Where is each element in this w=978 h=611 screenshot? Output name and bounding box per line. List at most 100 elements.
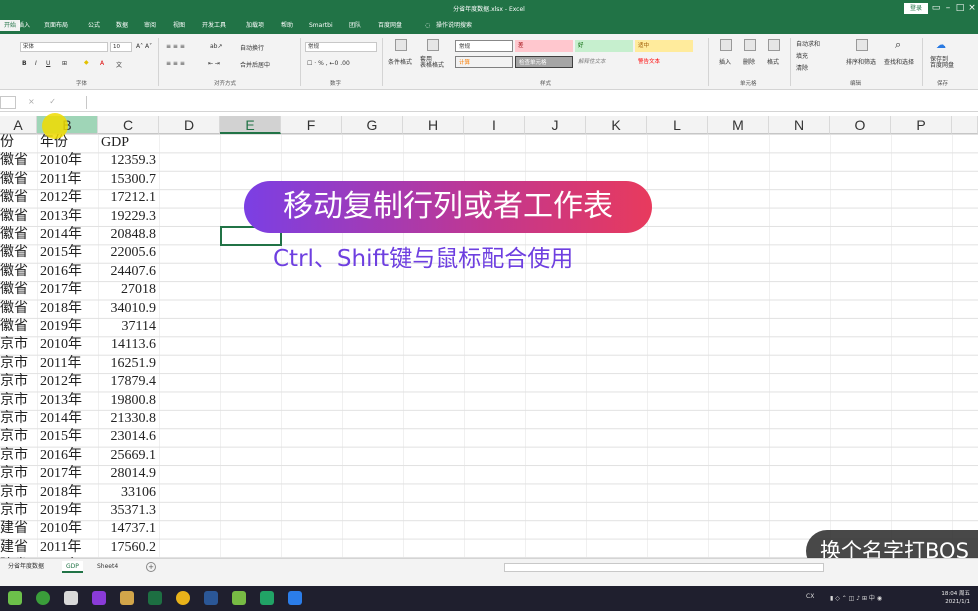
italic-icon[interactable]: I <box>35 60 37 67</box>
save-baidu-button[interactable]: 保存到 百度网盘 <box>930 57 954 69</box>
tab-developer[interactable]: 开发工具 <box>202 20 226 31</box>
year-cell[interactable]: 2018年 <box>40 484 98 502</box>
province-cell[interactable]: 徽省 <box>0 244 37 262</box>
gdp-cell[interactable]: 33106 <box>98 484 156 502</box>
tab-data[interactable]: 数据 <box>116 20 128 31</box>
gdp-cell[interactable]: 15300.7 <box>98 171 157 189</box>
maximize-icon[interactable]: □ <box>954 2 966 14</box>
gdp-cell[interactable]: 19800.8 <box>98 392 157 410</box>
province-cell[interactable]: 京市 <box>0 392 37 410</box>
year-cell[interactable]: 2019年 <box>40 502 98 520</box>
chrome-icon[interactable] <box>176 591 190 605</box>
gdp-cell[interactable]: 24407.6 <box>98 263 157 281</box>
format-cells-button[interactable]: 格式 <box>767 57 779 66</box>
province-cell[interactable]: 京市 <box>0 447 37 465</box>
add-sheet-button[interactable]: + <box>146 562 156 572</box>
column-header-f[interactable]: F <box>281 116 342 134</box>
column-header-c[interactable]: C <box>98 116 159 134</box>
gdp-cell[interactable]: 17879.4 <box>98 373 157 391</box>
year-cell[interactable]: 2013年 <box>40 208 98 226</box>
column-header-j[interactable]: J <box>525 116 586 134</box>
gdp-cell[interactable]: 25669.1 <box>98 447 157 465</box>
column-header-n[interactable]: N <box>769 116 830 134</box>
tab-view[interactable]: 视图 <box>173 20 185 31</box>
indent-icon[interactable]: ⇤ ⇥ <box>208 60 220 67</box>
tab-review[interactable]: 审阅 <box>144 20 156 31</box>
style-bad[interactable]: 差 <box>515 40 573 52</box>
province-cell[interactable]: 徽省 <box>0 281 37 299</box>
gdp-cell[interactable]: 20848.8 <box>98 226 157 244</box>
app-icon-9[interactable] <box>232 591 246 605</box>
orientation-icon[interactable]: ab↗ <box>210 43 223 50</box>
gdp-cell[interactable]: 28014.9 <box>98 465 157 483</box>
formula-input[interactable] <box>86 96 978 109</box>
underline-icon[interactable]: U <box>46 60 50 67</box>
year-cell[interactable]: 2013年 <box>40 392 98 410</box>
year-cell[interactable]: 2012年 <box>40 373 98 391</box>
year-cell[interactable]: 2010年 <box>40 152 98 170</box>
table-format-button[interactable]: 套用 表格格式 <box>420 57 444 69</box>
horizontal-scrollbar[interactable] <box>504 563 824 572</box>
province-cell[interactable]: 京市 <box>0 484 37 502</box>
number-format-select[interactable]: 常规 <box>305 42 377 52</box>
tell-me-search[interactable]: 操作说明搜索 <box>436 20 472 31</box>
province-cell[interactable]: 京市 <box>0 336 37 354</box>
column-header-h[interactable]: H <box>403 116 464 134</box>
province-cell[interactable]: 徽省 <box>0 189 37 207</box>
sheet-tab-3[interactable]: Sheet4 <box>93 561 122 573</box>
column-header-e[interactable]: E <box>220 116 281 134</box>
format-cells-icon[interactable] <box>768 39 780 51</box>
column-header-l[interactable]: L <box>647 116 708 134</box>
bold-icon[interactable]: B <box>22 60 27 67</box>
year-cell[interactable]: 2015年 <box>40 428 98 446</box>
tab-team[interactable]: 团队 <box>349 20 361 31</box>
province-cell[interactable]: 京市 <box>0 465 37 483</box>
grow-font-icon[interactable]: A˄ A˅ <box>136 43 152 50</box>
top-align-icon[interactable]: ≡ ≡ ≡ <box>166 43 185 50</box>
column-header-k[interactable]: K <box>586 116 647 134</box>
ribbon-display-icon[interactable]: ▭ <box>930 2 942 14</box>
delete-cells-button[interactable]: 删除 <box>743 57 755 66</box>
excel-taskbar-icon[interactable] <box>148 591 162 605</box>
gdp-cell[interactable]: 19229.3 <box>98 208 157 226</box>
sort-filter-button[interactable]: 排序和筛选 <box>846 57 876 66</box>
column-header-d[interactable]: D <box>159 116 220 134</box>
gdp-cell[interactable]: 17560.2 <box>98 539 157 557</box>
year-cell[interactable]: 2014年 <box>40 226 98 244</box>
province-cell[interactable]: 建省 <box>0 539 37 557</box>
province-cell[interactable]: 徽省 <box>0 226 37 244</box>
word-icon[interactable] <box>204 591 218 605</box>
tab-home[interactable]: 开始 <box>0 20 21 31</box>
column-header-o[interactable]: O <box>830 116 891 134</box>
insert-cells-icon[interactable] <box>720 39 732 51</box>
tab-help[interactable]: 帮助 <box>281 20 293 31</box>
year-cell[interactable]: 2014年 <box>40 410 98 428</box>
gdp-cell[interactable]: 12359.3 <box>98 152 157 170</box>
year-cell[interactable]: 2011年 <box>40 355 98 373</box>
column-header-i[interactable]: I <box>464 116 525 134</box>
column-header-g[interactable]: G <box>342 116 403 134</box>
gdp-cell[interactable]: 14737.1 <box>98 520 157 538</box>
delete-cells-icon[interactable] <box>744 39 756 51</box>
app-icon-2[interactable] <box>36 591 50 605</box>
merge-center-button[interactable]: 合并后居中 <box>240 60 270 69</box>
login-button[interactable]: 登录 <box>904 3 928 14</box>
province-cell[interactable]: 徽省 <box>0 208 37 226</box>
tray-icons[interactable]: ▮ ◇ ⌃ ◫ ♪ ⊞ 中 ◉ <box>830 593 882 602</box>
province-cell[interactable]: 徽省 <box>0 318 37 336</box>
visual-studio-icon[interactable] <box>92 591 106 605</box>
column-header-a[interactable]: A <box>0 116 37 134</box>
fill-button[interactable]: 填充 <box>796 51 808 60</box>
column-header-m[interactable]: M <box>708 116 769 134</box>
gdp-cell[interactable]: 37114 <box>98 318 156 336</box>
conditional-format-button[interactable]: 条件格式 <box>388 57 412 66</box>
year-cell[interactable]: 2010年 <box>40 336 98 354</box>
conditional-format-icon[interactable] <box>395 39 407 51</box>
font-color-icon[interactable]: A <box>100 60 104 67</box>
close-icon[interactable]: × <box>966 2 978 14</box>
name-box[interactable] <box>0 96 16 109</box>
tab-insert[interactable]: 插入 <box>18 20 30 31</box>
font-name-select[interactable]: 宋体 <box>20 42 108 52</box>
tab-smartbi[interactable]: Smartbi <box>309 20 333 31</box>
gdp-cell[interactable]: 17212.1 <box>98 189 157 207</box>
